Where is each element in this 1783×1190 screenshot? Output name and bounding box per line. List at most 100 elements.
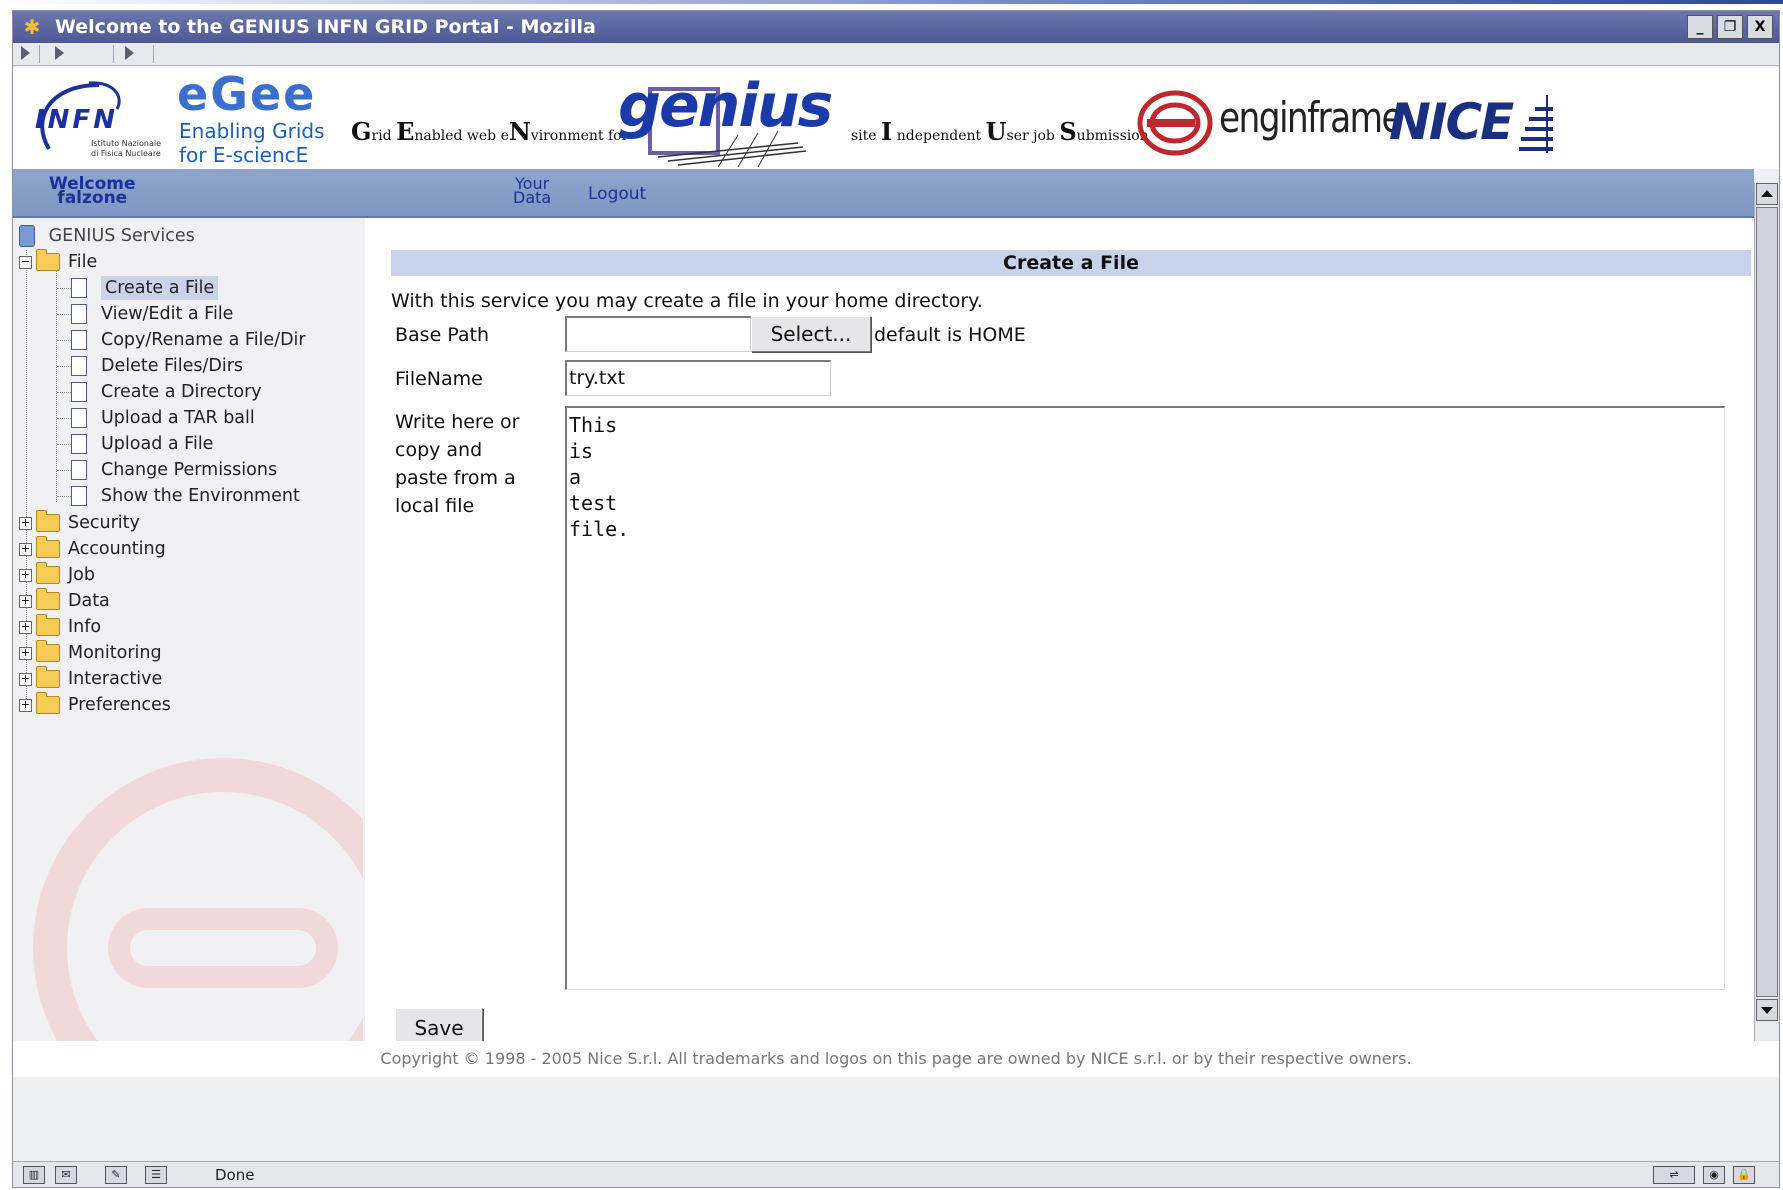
expand-icon[interactable]: +: [19, 698, 32, 712]
expand-icon[interactable]: +: [19, 620, 32, 634]
copyright-footer: Copyright © 1998 - 2005 Nice S.r.l. All …: [13, 1041, 1779, 1077]
document-icon: [71, 330, 87, 350]
tree-branch: [57, 287, 71, 289]
toolbar-separator: [113, 45, 114, 63]
security-lock-icon[interactable]: 🔒: [1733, 1166, 1755, 1184]
expand-icon[interactable]: +: [19, 568, 32, 582]
nice-stripes-icon: [1519, 95, 1553, 153]
document-icon: [71, 382, 87, 402]
enginframe-e-icon: [1137, 90, 1213, 156]
top-accent-strip: [0, 0, 1783, 4]
infn-name: INFN: [35, 105, 118, 135]
tree-item-view-edit-file[interactable]: View/Edit a File: [57, 301, 233, 327]
navigator-icon[interactable]: ▥: [23, 1166, 45, 1184]
tree-item-delete[interactable]: Delete Files/Dirs: [57, 353, 243, 379]
tree-folder-interactive[interactable]: + Interactive: [19, 666, 162, 692]
tree-folder-label: Monitoring: [68, 643, 162, 663]
enginframe-name: enginframe: [1219, 93, 1403, 142]
toolbar-separator: [39, 45, 40, 63]
privacy-icon[interactable]: ◉: [1703, 1166, 1725, 1184]
select-button[interactable]: Select...: [751, 316, 871, 352]
save-button[interactable]: Save: [395, 1008, 483, 1041]
tree-folder-label: Security: [68, 513, 140, 533]
genius-logo: genius: [618, 71, 833, 167]
document-icon: [71, 278, 87, 298]
folder-icon: [36, 640, 60, 662]
tree-item-label: Delete Files/Dirs: [101, 356, 244, 376]
tree-branch: [57, 443, 71, 445]
egee-logo: eGee Enabling Grids for E-sciencE: [177, 67, 327, 167]
tree-item-change-permissions[interactable]: Change Permissions: [57, 457, 277, 483]
address-book-icon[interactable]: ☰: [145, 1166, 167, 1184]
tree-item-upload-tar[interactable]: Upload a TAR ball: [57, 405, 255, 431]
maximize-button[interactable]: ❐: [1717, 15, 1743, 39]
letter-u: U: [985, 117, 1007, 146]
tree-item-show-environment[interactable]: Show the Environment: [57, 483, 300, 509]
folder-icon: [36, 536, 60, 558]
tree-folder-data[interactable]: + Data: [19, 588, 110, 614]
intro-text: With this service you may create a file …: [391, 290, 983, 312]
scroll-thumb[interactable]: [1756, 207, 1778, 997]
tree-root[interactable]: GENIUS Services: [19, 223, 195, 249]
tree-item-label: Change Permissions: [101, 460, 278, 480]
tree-folder-info[interactable]: + Info: [19, 614, 101, 640]
tree-item-label: Copy/Rename a File/Dir: [101, 330, 306, 350]
letter-n: N: [508, 117, 531, 146]
open-folder-icon: [36, 249, 60, 271]
tree-item-create-file[interactable]: Create a File: [57, 275, 219, 301]
tree-folder-job[interactable]: + Job: [19, 562, 95, 588]
portal-header: INFN Istituto Nazionale di Fisica Nuclea…: [13, 67, 1779, 169]
vertical-scrollbar[interactable]: [1754, 183, 1779, 1045]
collapse-icon[interactable]: −: [19, 255, 32, 269]
document-icon: [71, 460, 87, 480]
tree-folder-file[interactable]: − File: [19, 249, 97, 275]
document-icon: [71, 304, 87, 324]
base-path-input[interactable]: [565, 316, 751, 352]
letter-g: G: [351, 117, 372, 146]
tree-item-label: Show the Environment: [101, 486, 300, 506]
tree-folder-label: Data: [68, 591, 110, 611]
expand-toolbar-icon[interactable]: [125, 46, 134, 60]
expand-icon[interactable]: +: [19, 646, 32, 660]
expand-icon[interactable]: +: [19, 516, 32, 530]
tree-item-label: View/Edit a File: [101, 304, 234, 324]
logout-link[interactable]: Logout: [588, 184, 646, 204]
tree-folder-monitoring[interactable]: + Monitoring: [19, 640, 162, 666]
nice-name: NICE: [1389, 93, 1514, 151]
services-tree-panel: GENIUS Services − File Create a File View…: [13, 218, 363, 1041]
scroll-up-button[interactable]: [1756, 183, 1778, 205]
composer-icon[interactable]: ✎: [105, 1166, 127, 1184]
tree-branch: [57, 339, 71, 341]
window-controls: _ ❐ X: [1687, 15, 1773, 39]
tree-folder-accounting[interactable]: + Accounting: [19, 536, 166, 562]
expand-icon[interactable]: +: [19, 594, 32, 608]
arrow-down-icon: [1761, 1007, 1773, 1014]
folder-icon: [36, 614, 60, 636]
expand-toolbar-icon[interactable]: [55, 46, 64, 60]
word-nabled: nabled web e: [414, 128, 509, 144]
tree-item-upload-file[interactable]: Upload a File: [57, 431, 213, 457]
tree-item-copy-rename[interactable]: Copy/Rename a File/Dir: [57, 327, 306, 353]
tree-item-create-directory[interactable]: Create a Directory: [57, 379, 262, 405]
infn-sub2: di Fisica Nucleare: [91, 149, 161, 158]
file-content-textarea[interactable]: This is a test file.: [565, 406, 1725, 990]
your-data-link[interactable]: Your Data: [513, 176, 551, 206]
expand-icon[interactable]: +: [19, 672, 32, 686]
tree-folder-preferences[interactable]: + Preferences: [19, 692, 171, 718]
minimize-button[interactable]: _: [1687, 15, 1713, 39]
filename-input[interactable]: try.txt: [565, 360, 831, 396]
expand-icon[interactable]: +: [19, 542, 32, 556]
tree-folder-security[interactable]: + Security: [19, 510, 140, 536]
tree-item-label: Create a File: [101, 276, 219, 300]
section-title: Create a File: [391, 250, 1751, 276]
scroll-down-button[interactable]: [1756, 999, 1778, 1021]
close-button[interactable]: X: [1747, 15, 1773, 39]
expand-toolbar-icon[interactable]: [21, 46, 30, 60]
username: falzone: [57, 188, 128, 208]
mail-icon[interactable]: ✉: [55, 1166, 77, 1184]
window-title: Welcome to the GENIUS INFN GRID Portal -…: [55, 16, 596, 38]
word-ser-job: ser job: [1006, 128, 1060, 144]
content-label-line: copy and: [395, 439, 483, 461]
online-icon[interactable]: ⇌: [1653, 1166, 1695, 1184]
letter-i: I: [881, 117, 893, 146]
